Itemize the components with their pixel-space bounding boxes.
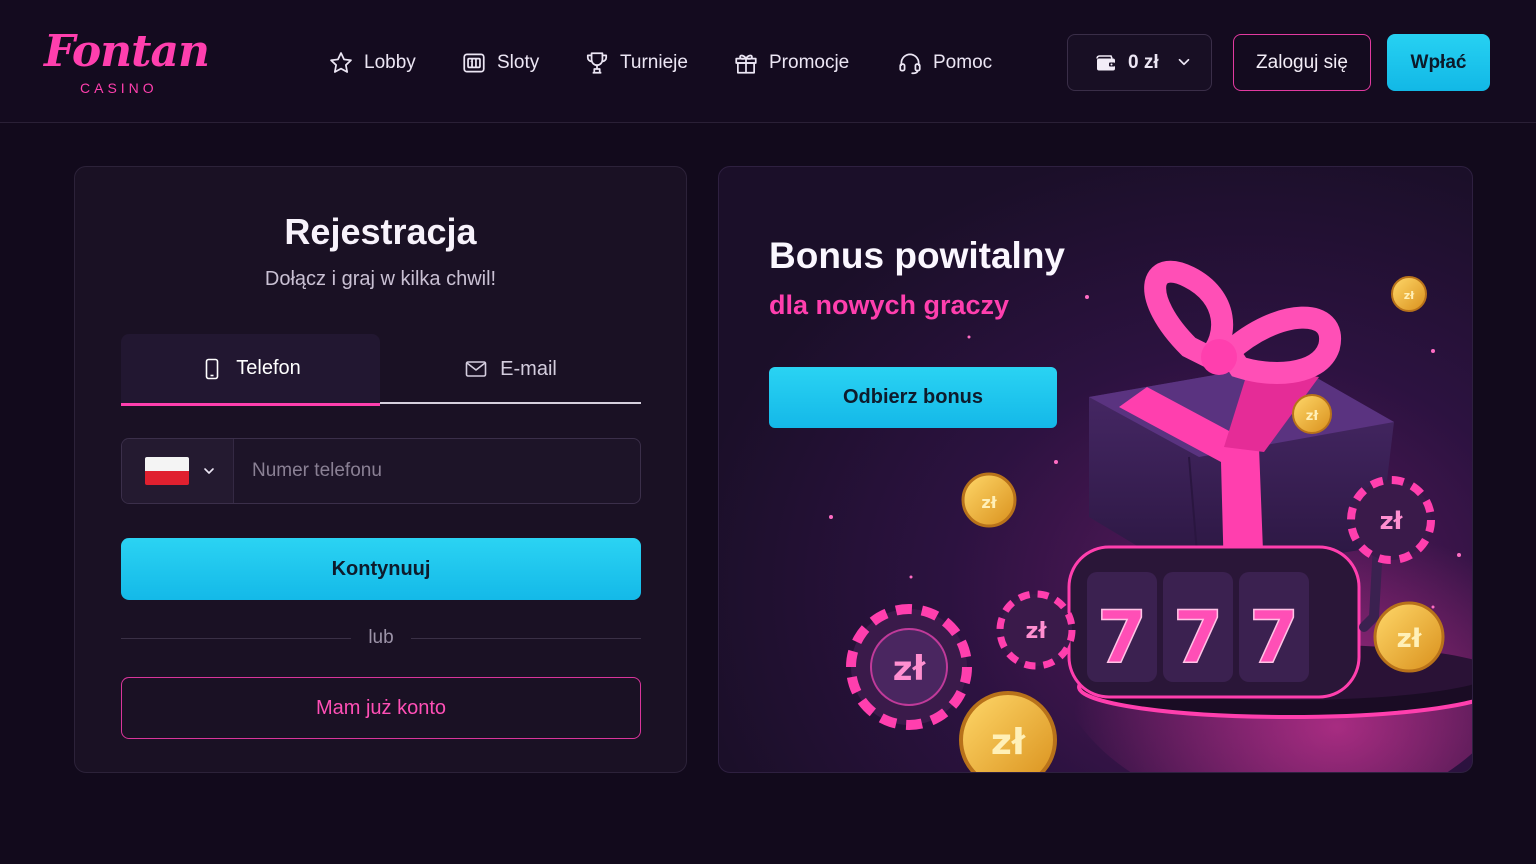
casino-chip-right: zł (1347, 476, 1435, 564)
nav-item-sloty[interactable]: 7 Sloty (461, 44, 539, 82)
mail-icon (465, 361, 487, 377)
coin-currency-label: zł (1404, 289, 1415, 302)
poland-flag-icon (145, 457, 189, 485)
welcome-bonus-card: 7 7 7 zł zł zł zł zł zł zł zł Bonus powi… (718, 166, 1473, 773)
phone-icon (205, 358, 219, 379)
claim-bonus-button[interactable]: Odbierz bonus (769, 367, 1057, 428)
phone-number-group (121, 438, 641, 504)
nav-item-turnieje[interactable]: Turnieje (584, 44, 688, 82)
slot-machine-icon: 7 (463, 53, 485, 73)
top-header: Fontan CASINO Lobby 7 Sloty Turnieje Pro… (0, 0, 1536, 123)
brand-logo-subtitle: CASINO (80, 80, 158, 96)
phone-number-input[interactable] (234, 439, 640, 503)
coin-currency-label: zł (1397, 624, 1423, 654)
nav-label-sloty: Sloty (497, 52, 540, 73)
chip-currency-label: zł (1380, 507, 1404, 535)
casino-chip-mid: zł (996, 590, 1076, 670)
tab-email[interactable]: E-mail (380, 334, 641, 404)
chevron-down-icon (1178, 58, 1190, 66)
brand-logo[interactable]: Fontan CASINO (44, 26, 210, 98)
continue-button[interactable]: Kontynuuj (121, 538, 641, 600)
tab-email-label: E-mail (500, 357, 557, 380)
deposit-button[interactable]: Wpłać (1387, 34, 1490, 91)
wallet-icon (1096, 54, 1115, 70)
registration-method-tabs: Telefon E-mail (121, 334, 641, 406)
wallet-balance: 0 zł (1128, 51, 1159, 73)
chip-currency-label: zł (893, 649, 927, 689)
nav-label-promocje: Promocje (769, 52, 850, 73)
divider-line-right (411, 638, 641, 639)
chip-currency-label: zł (1026, 619, 1048, 644)
reel-symbol-2: 7 (1173, 595, 1223, 679)
nav-item-pomoc[interactable]: Pomoc (897, 44, 992, 82)
registration-subtitle: Dołącz i graj w kilka chwil! (264, 268, 497, 290)
coin-currency-label: zł (981, 493, 997, 512)
registration-title: Rejestracja (284, 211, 477, 252)
login-button[interactable]: Zaloguj się (1233, 34, 1371, 91)
gold-coin-top-1: zł (1292, 394, 1332, 434)
nav-label-pomoc: Pomoc (933, 52, 993, 73)
bonus-title: Bonus powitalny (769, 235, 1065, 276)
nav-item-lobby[interactable]: Lobby (328, 44, 416, 82)
star-icon (330, 52, 352, 73)
tab-phone-label: Telefon (236, 357, 301, 379)
reel-symbol-3: 7 (1249, 595, 1299, 679)
gold-coin-top-2: zł (1391, 276, 1427, 312)
coin-currency-label: zł (1306, 409, 1320, 424)
brand-logo-text: Fontan (44, 26, 210, 77)
have-account-button[interactable]: Mam już konto (121, 677, 641, 739)
gold-coin-small-mid: zł (961, 472, 1017, 528)
tab-phone[interactable]: Telefon (121, 334, 380, 406)
bonus-subtitle: dla nowych graczy (769, 290, 1010, 320)
nav-label-turnieje: Turnieje (620, 52, 688, 73)
gift-icon (735, 54, 757, 74)
gold-coin-large: zł (959, 691, 1057, 772)
svg-text:7: 7 (470, 62, 473, 68)
headset-icon (899, 53, 921, 75)
nav-label-lobby: Lobby (364, 52, 416, 73)
coin-currency-label: zł (991, 722, 1027, 763)
trophy-icon (586, 52, 608, 74)
gold-coin-right: zł (1373, 601, 1445, 673)
chevron-down-icon (204, 468, 214, 474)
gift-box (1089, 260, 1394, 578)
reel-symbol-1: 7 (1097, 595, 1147, 679)
or-divider: lub (121, 627, 641, 651)
nav-item-promocje[interactable]: Promocje (733, 44, 849, 82)
wallet-balance-dropdown[interactable]: 0 zł (1067, 34, 1212, 91)
registration-card: Rejestracja Dołącz i graj w kilka chwil!… (74, 166, 687, 773)
country-code-select[interactable] (122, 439, 234, 503)
casino-chip-left: zł (846, 604, 972, 730)
